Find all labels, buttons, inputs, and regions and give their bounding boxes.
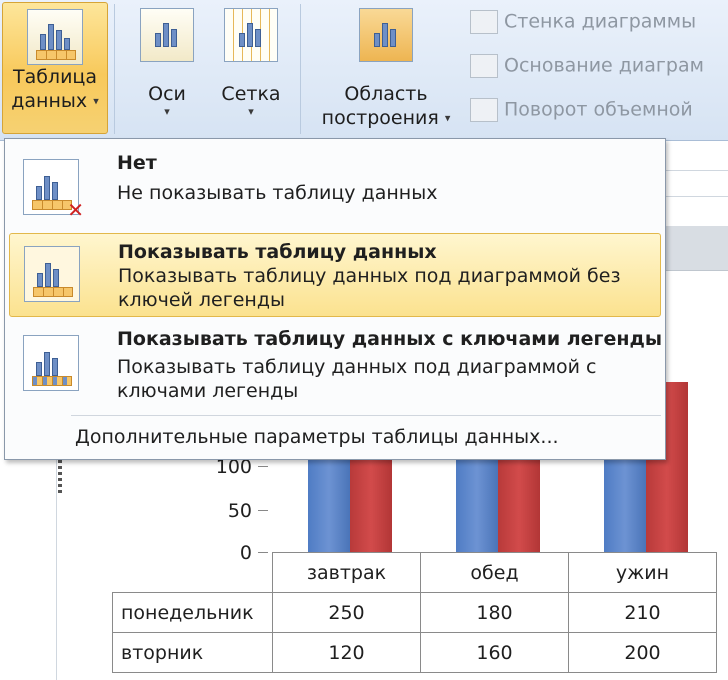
grid-button-label: Сетка (221, 83, 281, 105)
ribbon-separator (114, 4, 115, 134)
sheet-gridline (666, 196, 728, 197)
column-header-strip (666, 226, 728, 271)
data-table-icon (24, 246, 80, 302)
table-row: понедельник 250 180 210 (112, 592, 717, 633)
menu-item-none[interactable]: ✕ Нет Не показывать таблицу данных (9, 145, 661, 229)
y-tick-label: 50 (227, 500, 252, 522)
row-header: вторник (112, 632, 273, 673)
menu-item-title: Показывать таблицу данных с ключами леге… (117, 328, 663, 350)
plot-area-button-label-1: Область (344, 83, 428, 105)
menu-item-show-table[interactable]: Показывать таблицу данных Показывать таб… (9, 233, 661, 317)
chart-floor-label: Основание диаграм (504, 54, 704, 77)
menu-divider (71, 415, 661, 416)
table-cell: 250 (272, 592, 421, 633)
data-table-dropdown-menu: ✕ Нет Не показывать таблицу данных Показ… (4, 138, 666, 460)
gridlines-icon (224, 8, 278, 62)
data-table-button-label-1: Таблица (12, 66, 98, 88)
row-header: понедельник (112, 592, 273, 633)
axes-button[interactable]: Оси ▾ (134, 8, 200, 118)
data-table-button-label-2: данных (11, 90, 88, 112)
data-table-button[interactable]: Таблица данных ▾ (2, 2, 108, 134)
ribbon: Таблица данных ▾ Оси ▾ Сетка ▾ Область п… (0, 0, 728, 141)
y-tick-mark (258, 466, 268, 467)
3d-rotation-button[interactable]: Поворот объемной (470, 98, 693, 132)
chevron-down-icon: ▾ (248, 105, 254, 118)
table-cell: 160 (420, 632, 569, 673)
menu-item-desc: Показывать таблицу данных под диаграммой… (118, 265, 621, 311)
no-data-table-icon: ✕ (23, 159, 84, 220)
bar-breakfast-tuesday (350, 460, 392, 552)
bar-dinner-monday (604, 460, 646, 552)
bar-lunch-tuesday (498, 460, 540, 552)
plot-area-icon (359, 8, 413, 62)
chart-wall-button[interactable]: Стенка диаграммы (470, 10, 696, 44)
chevron-down-icon: ▾ (444, 111, 451, 125)
table-row: вторник 120 160 200 (112, 632, 717, 673)
table-cell: 120 (272, 632, 421, 673)
y-tick-mark (258, 510, 268, 511)
table-cell: 200 (568, 632, 717, 673)
menu-item-desc: Показывать таблицу данных под диаграммой… (117, 356, 597, 402)
column-header: завтрак (272, 552, 421, 593)
chart-floor-icon (470, 54, 498, 78)
menu-item-desc: Не показывать таблицу данных (117, 182, 438, 204)
grid-button[interactable]: Сетка ▾ (214, 8, 288, 118)
bar-lunch-monday (456, 460, 498, 552)
chart-wall-icon (470, 10, 498, 34)
chevron-down-icon: ▾ (93, 94, 99, 108)
chart-wall-label: Стенка диаграммы (504, 10, 697, 33)
axes-icon (140, 8, 194, 62)
data-table-icon (27, 9, 83, 65)
chart-data-table: завтрак обед ужин понедельник 250 180 21… (112, 552, 717, 673)
column-header: обед (420, 552, 569, 593)
ribbon-separator (300, 4, 301, 134)
menu-item-title: Показывать таблицу данных (118, 241, 437, 263)
3d-rotation-icon (470, 98, 498, 122)
table-cell: 180 (420, 592, 569, 633)
sheet-gridline (666, 170, 728, 171)
chart-floor-button[interactable]: Основание диаграм (470, 54, 704, 88)
red-x-icon: ✕ (67, 198, 84, 222)
axes-button-label: Оси (148, 83, 186, 105)
table-cell: 210 (568, 592, 717, 633)
plot-area-button[interactable]: Область построения ▾ (310, 8, 462, 131)
column-header: ужин (568, 552, 717, 593)
bar-breakfast-monday (308, 460, 350, 552)
chevron-down-icon: ▾ (164, 105, 170, 118)
3d-rotation-label: Поворот объемной (504, 98, 693, 121)
more-data-table-options[interactable]: Дополнительные параметры таблицы данных.… (75, 425, 559, 449)
resize-handle[interactable] (58, 460, 62, 494)
plot-area-button-label-2: построения (321, 107, 439, 129)
menu-item-show-table-legend[interactable]: Показывать таблицу данных с ключами леге… (9, 321, 663, 409)
menu-item-title: Нет (117, 152, 157, 174)
data-table-legend-keys-icon (23, 335, 79, 391)
